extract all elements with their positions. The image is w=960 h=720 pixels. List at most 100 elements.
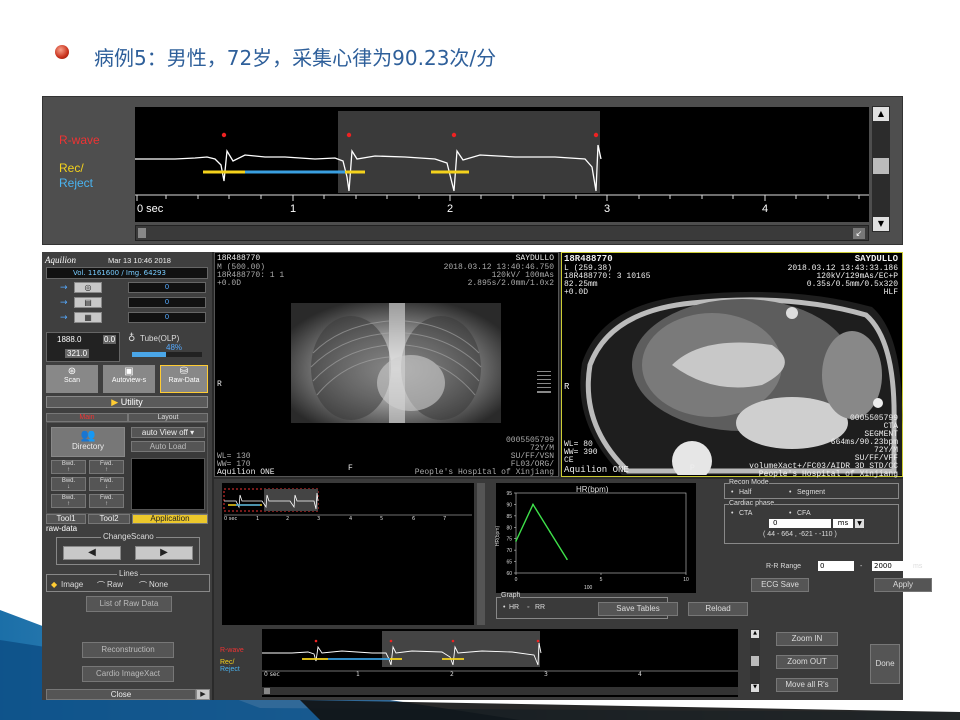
ecg-top-plot[interactable]: 0 sec 1 2 3 4 <box>135 107 869 222</box>
phase-range: ( 44 - 664 , -621 - -110 ) <box>763 531 837 538</box>
auto-load-button[interactable]: Auto Load <box>131 441 205 452</box>
ecg-top-vscroll[interactable]: ▲ ▼ <box>872 106 890 232</box>
cardiac-phase-label: Cardiac phase <box>729 500 775 507</box>
scan-button[interactable]: ⊛ Scan <box>46 365 98 393</box>
fwd-button[interactable]: Fwd. ↓ <box>89 477 124 491</box>
rr-unit: ms <box>913 563 923 570</box>
scroll-up-icon[interactable]: ▲ <box>751 630 759 638</box>
scroll-up-icon[interactable]: ▲ <box>873 107 889 121</box>
radio-icon[interactable]: • <box>789 489 791 496</box>
auto-view-select[interactable]: auto View off ▾ <box>131 427 205 438</box>
zoom-out-button[interactable]: Zoom OUT <box>776 655 838 669</box>
done-button[interactable]: Done <box>870 644 900 684</box>
hscroll-thumb[interactable] <box>138 228 146 238</box>
autoview-button[interactable]: ▣ Autoview-s <box>103 365 155 393</box>
list-raw-data-button[interactable]: List of Raw Data <box>86 596 172 612</box>
fwd-button[interactable]: Fwd. ↑ <box>89 494 124 508</box>
scroll-thumb[interactable] <box>873 158 889 174</box>
main-tab-panel: 👥 Directory auto View off ▾ Auto Load Bw… <box>46 422 208 514</box>
raw-data-icon: ⛁ <box>179 366 189 377</box>
close-button[interactable]: Close <box>46 689 196 700</box>
resize-corner-icon[interactable]: ↙ <box>853 228 865 239</box>
radio-selected-icon[interactable]: • <box>731 510 733 517</box>
radio-icon[interactable]: ⌒ <box>97 580 105 591</box>
cardiac-phase-group: Cardiac phase • CTA • CFA 0 ms ▼ ( 44 - … <box>724 500 899 544</box>
rr-from-input[interactable]: 0 <box>818 561 854 571</box>
reload-button[interactable]: Reload <box>688 602 748 616</box>
lines-label: Lines <box>117 569 141 578</box>
scroll-thumb[interactable] <box>751 656 759 666</box>
tab-tool1[interactable]: Tool1 <box>46 514 86 524</box>
ecg-save-button[interactable]: ECG Save <box>751 578 809 592</box>
disc-icon[interactable]: ◎ <box>74 282 102 293</box>
ecg-bottom-hscroll[interactable] <box>262 687 738 695</box>
scano-prev-button[interactable]: ◀ <box>63 546 121 560</box>
rr-dash: - <box>860 563 863 570</box>
fwd-button[interactable]: Fwd. ↑ <box>89 460 124 474</box>
radio-icon[interactable]: ⌒ <box>139 580 147 591</box>
storage-icon[interactable]: ▦ <box>74 312 102 323</box>
tick-label: 3 <box>544 671 548 678</box>
bwd-button[interactable]: Bwd. ↓ <box>51 477 86 491</box>
radio-selected-icon[interactable]: ◆ <box>51 580 57 589</box>
viewer-scanogram[interactable]: 18R488770 SAYDULLO M (500.00) 18R488770:… <box>214 252 559 477</box>
info-line: +0.0D <box>217 279 242 288</box>
tick-label: 4 <box>638 671 642 678</box>
dropdown-arrow-icon[interactable]: ▼ <box>855 519 864 528</box>
bwd-button[interactable]: Bwd. ↑ <box>51 460 86 474</box>
scanogram-image <box>291 303 501 423</box>
ecg-top-hscroll[interactable] <box>135 225 869 241</box>
radio-icon[interactable]: • <box>789 510 791 517</box>
graph-option-hr: HR <box>509 604 520 611</box>
save-tables-button[interactable]: Save Tables <box>598 602 678 616</box>
ecg-bottom-plot[interactable]: 0 sec 1 2 3 4 <box>262 629 738 697</box>
y-tick-label: 65 <box>506 560 512 566</box>
viewer-cardiac-ct[interactable]: 18R488770 SAYDULLO L (259.38) 18R488770:… <box>561 252 903 479</box>
hscroll-thumb[interactable] <box>264 688 270 694</box>
utility-button[interactable]: ▶ Utility <box>46 396 208 408</box>
y-tick-label: 95 <box>506 491 512 497</box>
tab-main[interactable]: Main <box>46 413 128 422</box>
directory-button[interactable]: 👥 Directory <box>51 427 125 457</box>
expand-icon[interactable]: ▶ <box>196 689 210 700</box>
mini-ecg-axis: 0 sec 1 2 3 4 5 6 7 <box>224 516 474 524</box>
hr-line <box>515 502 568 560</box>
mini-ecg-vscroll[interactable] <box>477 483 485 625</box>
scroll-down-icon[interactable]: ▼ <box>751 684 759 692</box>
tab-layout[interactable]: Layout <box>128 413 208 422</box>
tab-tool2[interactable]: Tool2 <box>88 514 130 524</box>
scanner-brand: Aquilion ONE <box>217 468 275 477</box>
printer-icon[interactable]: ▤ <box>74 297 102 308</box>
rwave-label: R-wave <box>220 647 244 654</box>
vol-img-display: Vol. 1161600 / Img. 64293 <box>46 267 208 279</box>
apply-button[interactable]: Apply <box>874 578 932 592</box>
tick-label: 2 <box>286 516 290 522</box>
kv-sub: 321.0 <box>65 349 90 358</box>
raw-data-button[interactable]: ⛁ Raw-Data <box>160 365 208 393</box>
tube-bar <box>132 352 202 357</box>
tab-application[interactable]: Application <box>132 514 208 524</box>
tube-status: ♁ Tube(OLP) 48% <box>126 332 206 362</box>
mini-ecg-plot[interactable]: 0 sec 1 2 3 4 5 6 7 <box>222 483 474 625</box>
ecg-edit-area: 0 sec 1 2 3 4 5 6 7 HR(bpm) HR(bpm) 95 90… <box>214 479 932 700</box>
patient-name: SAYDULLO <box>854 254 898 264</box>
ecg-bottom-vscroll[interactable]: ▲ ▼ <box>750 629 760 693</box>
scroll-down-icon[interactable]: ▼ <box>873 217 889 231</box>
rec-label: Rec/ <box>220 659 235 666</box>
tick-label: 2 <box>450 671 454 678</box>
cardio-imagexact-button[interactable]: Cardio ImageXact <box>82 666 174 682</box>
radio-selected-icon[interactable]: • <box>731 489 733 496</box>
reconstruction-button[interactable]: Reconstruction <box>82 642 174 658</box>
phase-input[interactable]: 0 <box>769 519 831 528</box>
time-tick: 2 <box>447 203 454 215</box>
zoom-in-button[interactable]: Zoom IN <box>776 632 838 646</box>
scano-next-button[interactable]: ▶ <box>135 546 193 560</box>
radio-selected-icon[interactable]: • <box>503 604 505 611</box>
bwd-button[interactable]: Bwd. ↑ <box>51 494 86 508</box>
rr-to-input[interactable]: 2000 <box>872 561 908 571</box>
move-all-rs-button[interactable]: Move all R's <box>776 678 838 692</box>
radio-icon[interactable]: ◦ <box>527 604 529 611</box>
tick-label: 3 <box>317 516 321 522</box>
phase-unit-select[interactable]: ms <box>833 519 853 528</box>
thumbnail-preview[interactable] <box>131 458 205 510</box>
